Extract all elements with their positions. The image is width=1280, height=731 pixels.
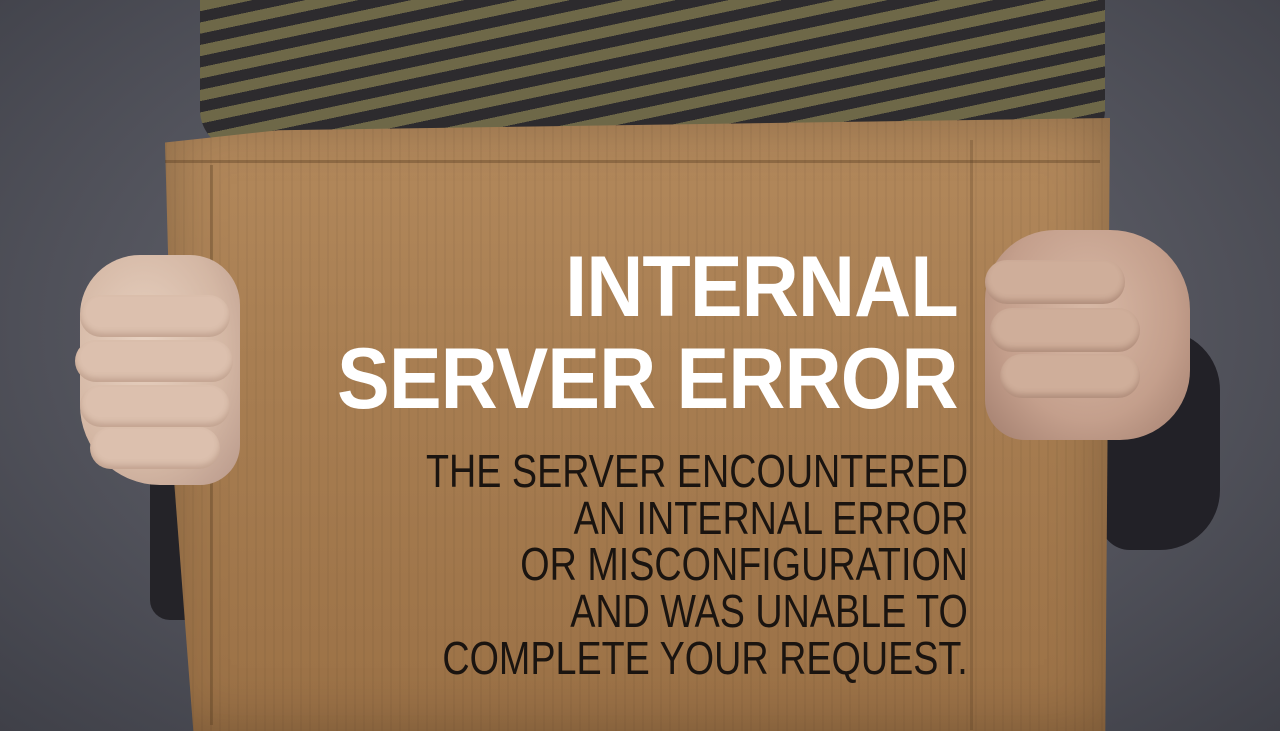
right-hand [985, 230, 1190, 440]
error-heading-line-1: INTERNAL [565, 239, 959, 335]
cardboard-right-crease [970, 140, 973, 730]
right-finger [990, 308, 1140, 352]
error-message-line: COMPLETE YOUR REQUEST. [442, 632, 968, 684]
right-finger [985, 260, 1125, 304]
error-message-line: AND WAS UNABLE TO [570, 585, 968, 637]
left-finger [90, 427, 220, 469]
error-heading-line-2: SERVER ERROR [337, 331, 959, 427]
left-finger [80, 385, 230, 427]
error-message-line: AN INTERNAL ERROR [573, 492, 968, 544]
left-finger [75, 340, 233, 382]
left-hand [75, 255, 240, 485]
error-message-line: OR MISCONFIGURATION [520, 538, 968, 590]
right-finger [1000, 354, 1140, 398]
cardboard-flap-crease [165, 160, 1100, 163]
photo-scene: INTERNAL SERVER ERROR THE SERVER ENCOUNT… [0, 0, 1280, 731]
left-finger [80, 295, 230, 337]
error-message-line: THE SERVER ENCOUNTERED [425, 445, 968, 497]
